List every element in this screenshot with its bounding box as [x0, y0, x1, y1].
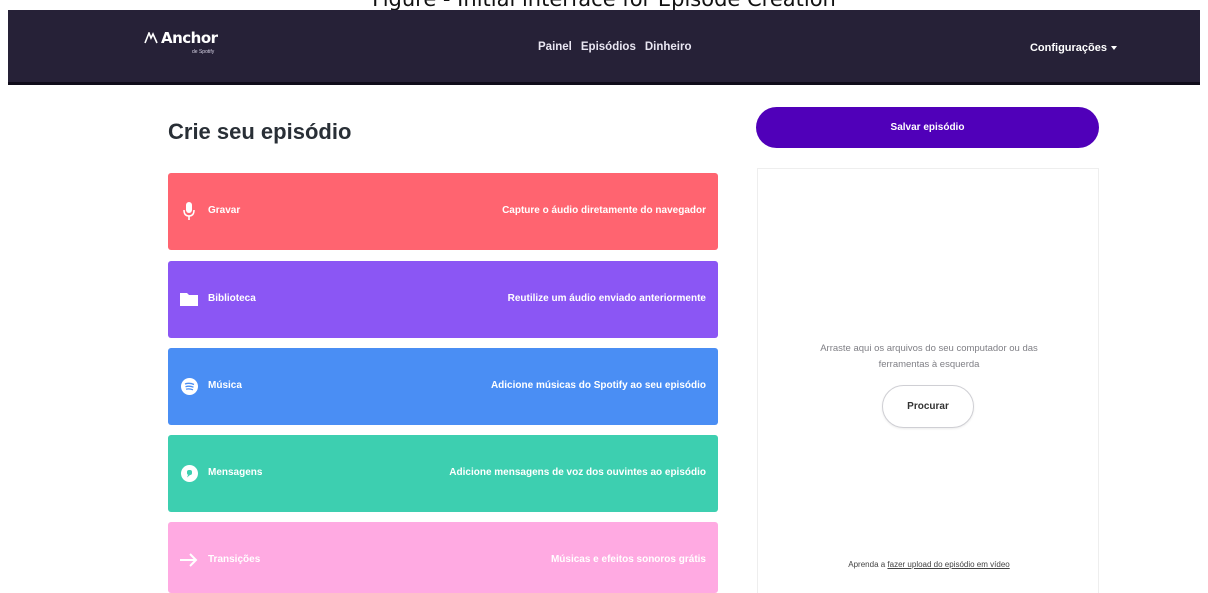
- microphone-icon: [180, 202, 198, 220]
- dropzone-instructions: Arraste aqui os arquivos do seu computad…: [820, 343, 1038, 370]
- video-upload-link[interactable]: fazer upload do episódio em vídeo: [887, 560, 1009, 569]
- episode-dropzone[interactable]: Arraste aqui os arquivos do seu computad…: [757, 168, 1099, 593]
- tile-messages-desc: Adicione mensagens de voz dos ouvintes a…: [449, 467, 706, 478]
- tile-music-desc: Adicione músicas do Spotify ao seu episó…: [490, 380, 706, 391]
- tile-record-desc: Capture o áudio diretamente do navegador: [502, 205, 706, 216]
- top-navbar: Anchor de Spotify Painel Episódios Dinhe…: [8, 10, 1200, 85]
- brand-sub: de Spotify: [192, 49, 215, 55]
- nav-link-painel[interactable]: Painel: [538, 41, 572, 53]
- nav-link-episodios[interactable]: Episódios: [581, 41, 636, 53]
- tile-messages-label: Mensagens: [208, 467, 263, 478]
- page-title: Crie seu episódio: [168, 119, 352, 144]
- settings-label: Configurações: [1029, 42, 1107, 54]
- brand-name: Anchor: [161, 29, 218, 47]
- tile-music[interactable]: Música Adicione músicas do Spotify ao se…: [168, 348, 718, 425]
- tile-record-label: Gravar: [208, 205, 241, 216]
- anchor-logo[interactable]: Anchor de Spotify: [144, 29, 218, 55]
- tile-transitions-desc: Músicas e efeitos sonoros grátis: [550, 554, 706, 565]
- tile-library-label: Biblioteca: [208, 293, 256, 304]
- main-nav: Painel Episódios Dinheiro: [538, 41, 691, 53]
- tile-record[interactable]: Gravar Capture o áudio diretamente do na…: [168, 173, 718, 250]
- spotify-icon: [180, 377, 198, 395]
- tile-transitions-label: Transições: [208, 554, 261, 565]
- message-icon: [180, 464, 198, 482]
- arrow-right-icon: [180, 551, 198, 569]
- tile-messages[interactable]: Mensagens Adicione mensagens de voz dos …: [168, 435, 718, 512]
- caret-down-icon: [1111, 46, 1117, 50]
- video-hint-prefix: Aprenda a: [848, 560, 888, 569]
- folder-icon: [180, 290, 198, 308]
- anchor-logo-icon: [144, 32, 158, 44]
- settings-menu[interactable]: Configurações: [1030, 42, 1117, 54]
- nav-link-dinheiro[interactable]: Dinheiro: [645, 41, 692, 53]
- tile-music-label: Música: [208, 380, 242, 391]
- browse-button[interactable]: Procurar: [882, 385, 974, 428]
- tile-transitions[interactable]: Transições Músicas e efeitos sonoros grá…: [168, 522, 718, 593]
- tile-library[interactable]: Biblioteca Reutilize um áudio enviado an…: [168, 261, 718, 338]
- save-episode-button[interactable]: Salvar episódio: [756, 107, 1099, 148]
- figure-caption-text: Figure - Initial interface for Episode C…: [0, 0, 1208, 10]
- video-upload-hint: Aprenda a fazer upload do episódio em ví…: [758, 560, 1100, 569]
- tile-library-desc: Reutilize um áudio enviado anteriormente: [507, 293, 706, 304]
